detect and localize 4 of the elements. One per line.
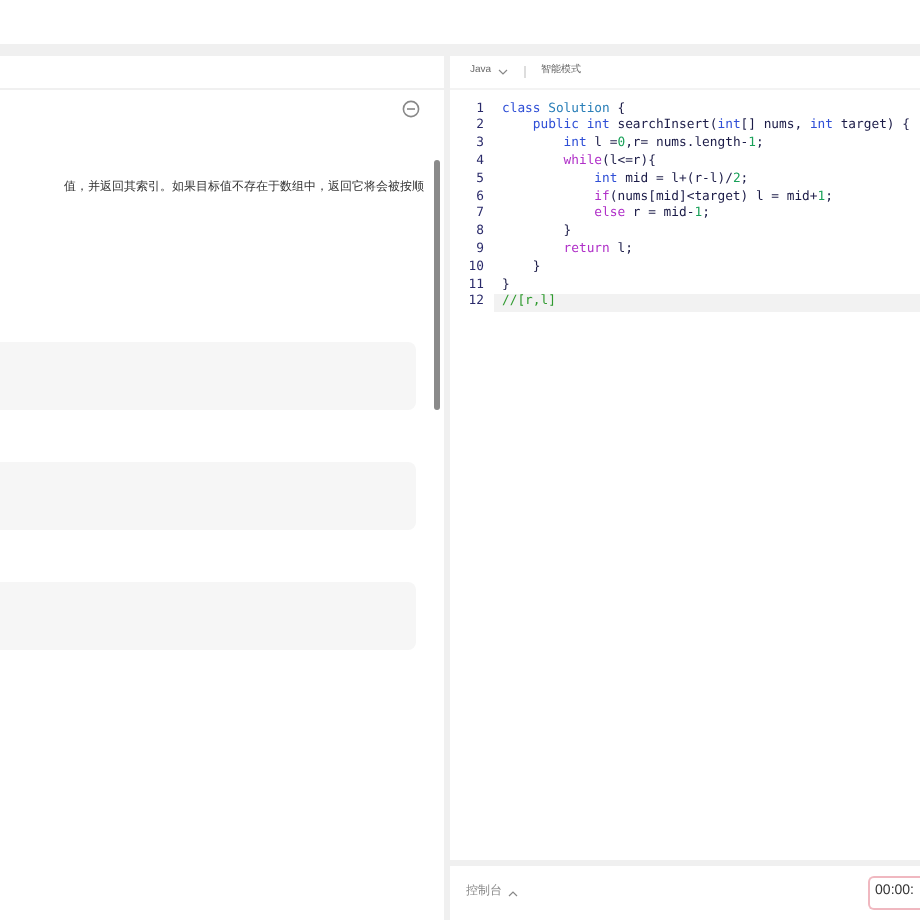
chevron-icon [497, 68, 508, 76]
scrollbar[interactable] [434, 160, 440, 410]
caret-icon [508, 889, 518, 897]
circle-icon[interactable] [402, 100, 420, 118]
